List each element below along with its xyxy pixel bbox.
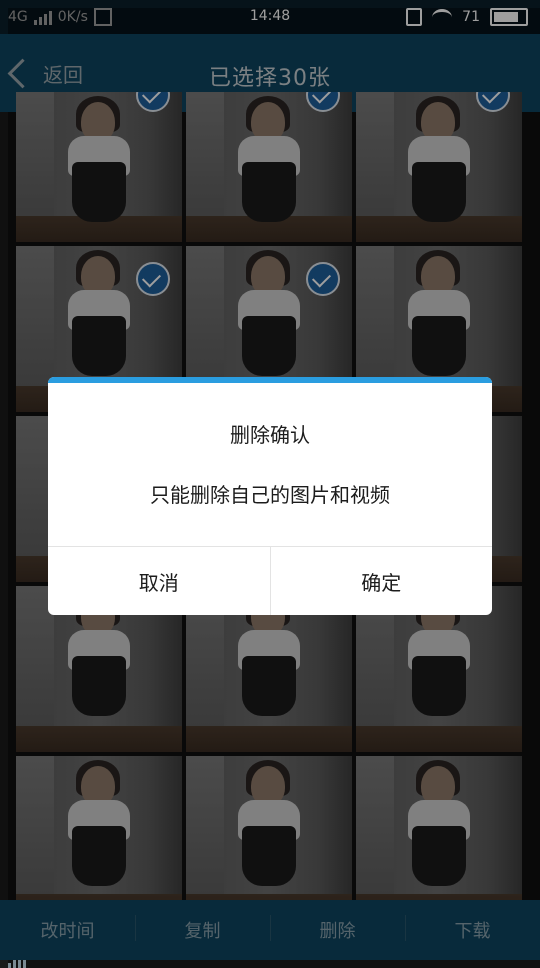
- cancel-button[interactable]: 取消: [48, 547, 270, 615]
- dialog-title: 删除确认: [230, 423, 310, 447]
- dialog-message: 只能删除自己的图片和视频: [150, 483, 390, 507]
- confirm-button[interactable]: 确定: [269, 547, 493, 615]
- delete-confirm-dialog: 删除确认 只能删除自己的图片和视频 取消 确定: [48, 377, 492, 615]
- dialog-accent-bar: [48, 377, 492, 383]
- dialog-actions: 取消 确定: [48, 546, 492, 615]
